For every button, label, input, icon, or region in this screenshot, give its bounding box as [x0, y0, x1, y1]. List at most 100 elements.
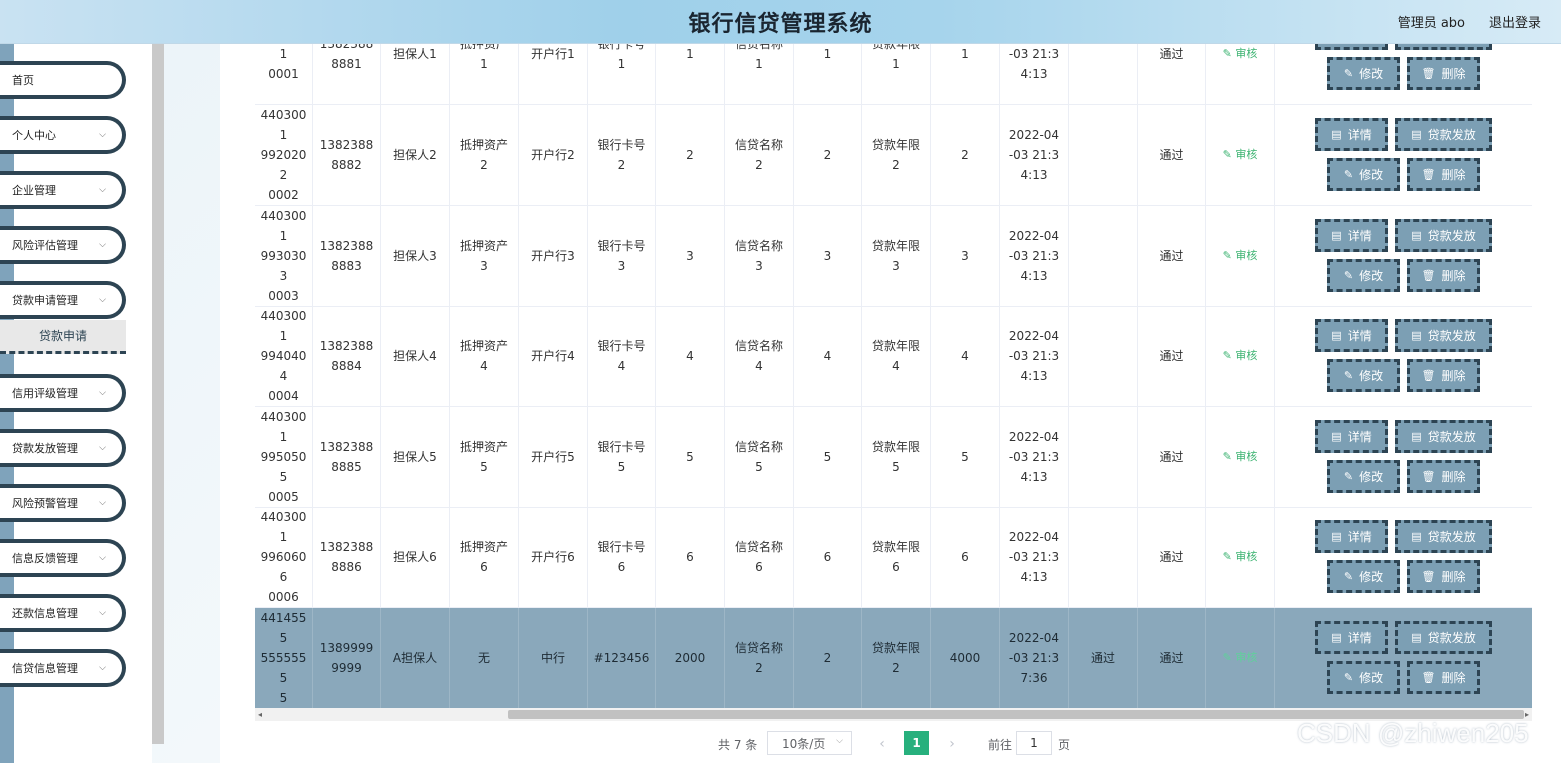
edit-button[interactable]: ✎ 修改 [1327, 158, 1400, 191]
sidebar-item-label: 还款信息管理 [12, 607, 78, 620]
edit-button[interactable]: ✎ 修改 [1327, 460, 1400, 493]
status-cell [1069, 407, 1138, 507]
card-cell: 银行卡号 3 [588, 206, 656, 306]
delete-button[interactable]: 🗑 删除 [1407, 560, 1480, 593]
edit-pencil-icon: ✎ [1343, 67, 1354, 80]
detail-button[interactable]: ▤详情 [1315, 319, 1388, 352]
sidebar-item-risk-assessment-mgmt[interactable]: 风险评估管理 ⌵ [0, 226, 126, 264]
review-status-cell: 通过 [1138, 306, 1206, 406]
sidebar-item-enterprise-mgmt[interactable]: 企业管理 ⌵ [0, 171, 126, 209]
audit-link[interactable]: ✎ 审核 [1223, 346, 1258, 366]
detail-button[interactable]: ▤详情 [1315, 621, 1388, 654]
phone-cell: 1382388 8883 [313, 206, 381, 306]
row-actions: ▤ 详情 ▤ 贷款发放 ✎ 修改 🗑 删除 [1275, 608, 1532, 708]
scroll-left-arrow-icon[interactable]: ◂ [258, 708, 262, 721]
sidebar-item-personal-center[interactable]: 个人中心 ⌵ [0, 116, 126, 154]
edit-button[interactable]: ✎ 修改 [1327, 57, 1400, 90]
goto-prefix: 前往 [988, 737, 1013, 752]
table-row[interactable]: 4403001 9950505 0005 1382388 8885 担保人5 抵押资产… [255, 407, 1532, 508]
sidebar-item-label: 贷款发放管理 [12, 442, 78, 455]
audit-link[interactable]: ✎ 审核 [1223, 246, 1258, 266]
sidebar-item-credit-info-mgmt[interactable]: 信贷信息管理 ⌵ [0, 649, 126, 687]
delete-button[interactable]: 🗑 删除 [1407, 661, 1480, 694]
audit-link[interactable]: ✎ 审核 [1223, 44, 1258, 64]
table-row[interactable]: 4403001 9920202 0002 1382388 8882 担保人2 抵押资产… [255, 105, 1532, 206]
time-cell: 2022-04 -03 21:3 7:36 [1000, 608, 1069, 708]
audit-link[interactable]: ✎ 审核 [1223, 547, 1258, 567]
trash-icon: 🗑 [1421, 269, 1436, 282]
detail-button[interactable]: ▤详情 [1315, 520, 1388, 553]
sidebar-item-credit-rating-mgmt[interactable]: 信用评级管理 ⌵ [0, 374, 126, 412]
sidebar-item-risk-warning-mgmt[interactable]: 风险预警管理 ⌵ [0, 484, 126, 522]
bank-cell: 开户行6 [519, 507, 588, 607]
detail-button[interactable]: ▤详情 [1315, 118, 1388, 151]
logout-link[interactable]: 退出登录 [1489, 12, 1541, 31]
chevron-down-icon: ⌵ [99, 553, 106, 563]
collateral-cell: 抵押资产 4 [450, 306, 519, 406]
loan-release-button[interactable]: ▤贷款发放 [1395, 319, 1492, 352]
next-page-button[interactable]: › [940, 731, 964, 757]
term-cell: 贷款年限 6 [862, 507, 931, 607]
detail-button[interactable]: ▤详情 [1315, 44, 1388, 50]
table-row[interactable]: 4403001 9960606 0006 1382388 8886 担保人6 抵押资产… [255, 507, 1532, 608]
table-row[interactable]: 4403001 9940404 0004 1382388 8884 担保人4 抵押资产… [255, 306, 1532, 407]
detail-label: 详情 [1347, 128, 1372, 142]
guarantor-cell: 担保人6 [381, 507, 450, 607]
edit-button[interactable]: ✎ 修改 [1327, 560, 1400, 593]
card-cell: 银行卡号 2 [588, 105, 656, 205]
table-row[interactable]: 9910101 00011382388 8881担保人1抵押资产 1开户行1银行… [255, 44, 1532, 105]
delete-button[interactable]: 🗑 删除 [1407, 158, 1480, 191]
loan-release-button[interactable]: ▤贷款发放 [1395, 420, 1492, 453]
edit-button[interactable]: ✎ 修改 [1327, 661, 1400, 694]
loan-release-button[interactable]: ▤贷款发放 [1395, 621, 1492, 654]
audit-label: 审核 [1235, 249, 1258, 262]
sidebar-item-repayment-mgmt[interactable]: 还款信息管理 ⌵ [0, 594, 126, 632]
delete-button[interactable]: 🗑 删除 [1407, 460, 1480, 493]
edit-button[interactable]: ✎ 修改 [1327, 259, 1400, 292]
loan-release-button[interactable]: ▤贷款发放 [1395, 118, 1492, 151]
sidebar-item-feedback-mgmt[interactable]: 信息反馈管理 ⌵ [0, 539, 126, 577]
sidebar-item-label: 信息反馈管理 [12, 552, 78, 565]
delete-button[interactable]: 🗑 删除 [1407, 359, 1480, 392]
edit-pencil-icon: ✎ [1343, 168, 1354, 181]
goto-page-input[interactable] [1016, 731, 1052, 755]
trash-icon: 🗑 [1421, 470, 1436, 483]
audit-link[interactable]: ✎ 审核 [1223, 648, 1258, 668]
detail-button[interactable]: ▤详情 [1315, 219, 1388, 252]
document-icon: ▤ [1331, 329, 1342, 342]
audit-cell: ✎ 审核 [1206, 44, 1275, 104]
loan-release-button[interactable]: ▤贷款发放 [1395, 520, 1492, 553]
time-cell: 2022-04 -03 21:3 4:13 [1000, 507, 1069, 607]
document-icon: ▤ [1411, 530, 1422, 543]
loan-release-button[interactable]: ▤贷款发放 [1395, 219, 1492, 252]
submenu-item-loan-application[interactable]: 贷款申请 [0, 320, 126, 354]
page-size-value: 10条/页 [782, 736, 826, 751]
term-cell: 贷款年限 5 [862, 407, 931, 507]
sidebar-item-loan-application-mgmt[interactable]: 贷款申请管理 ⌵ [0, 281, 126, 319]
delete-label: 删除 [1441, 470, 1466, 484]
table-row[interactable]: 4414555 5555555 5 1389999 9999 A担保人无中行 #123… [255, 608, 1532, 708]
sidebar-panel: 首页 个人中心 ⌵ 企业管理 ⌵ 风险评估管理 ⌵ 贷款申请管理 ⌵ 信用评级管理 ⌵ 贷款发放管理 ⌵… [0, 44, 152, 763]
sidebar-scrollbar[interactable] [152, 44, 164, 744]
sidebar-item-home[interactable]: 首页 [0, 61, 126, 99]
page-size-select[interactable]: 10条/页 ⌵ [767, 731, 852, 755]
audit-link[interactable]: ✎ 审核 [1223, 145, 1258, 165]
sidebar-item-loan-release-mgmt[interactable]: 贷款发放管理 ⌵ [0, 429, 126, 467]
edit-pencil-icon: ✎ [1222, 450, 1236, 463]
document-icon: ▤ [1411, 229, 1422, 242]
prev-page-button[interactable]: ‹ [870, 731, 894, 757]
goto-suffix: 页 [1058, 737, 1071, 752]
loan-release-button[interactable]: ▤贷款发放 [1395, 44, 1492, 50]
detail-button[interactable]: ▤详情 [1315, 420, 1388, 453]
delete-button[interactable]: 🗑 删除 [1407, 259, 1480, 292]
amount-cell: 3 [656, 206, 725, 306]
document-icon: ▤ [1411, 430, 1422, 443]
table-row[interactable]: 4403001 9930303 0003 1382388 8883 担保人3 抵押资产… [255, 206, 1532, 307]
rate-cell: 2 [794, 105, 862, 205]
collateral-cell: 抵押资产 3 [450, 206, 519, 306]
delete-button[interactable]: 🗑 删除 [1407, 57, 1480, 90]
edit-button[interactable]: ✎ 修改 [1327, 359, 1400, 392]
guarantor-cell: 担保人4 [381, 306, 450, 406]
current-page-button[interactable]: 1 [904, 731, 929, 755]
audit-link[interactable]: ✎ 审核 [1223, 447, 1258, 467]
